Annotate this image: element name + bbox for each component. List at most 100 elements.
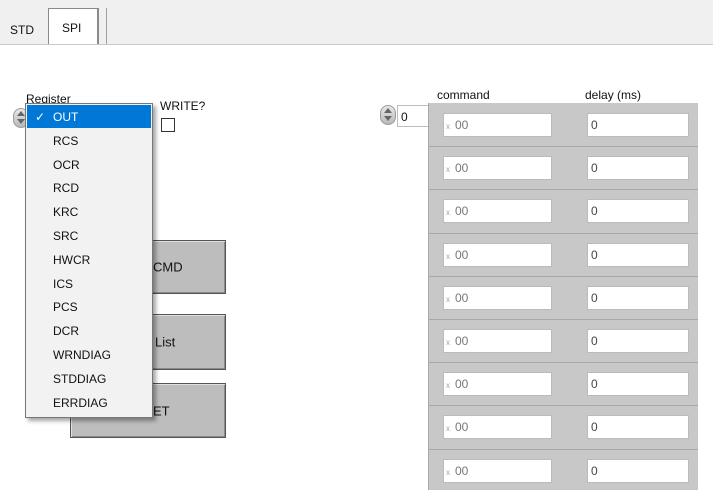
x-mark-icon: x: [446, 122, 450, 131]
command-value: 00: [455, 118, 469, 132]
tab-std[interactable]: STD: [10, 23, 34, 37]
dropdown-item-dcr[interactable]: DCR: [27, 319, 151, 342]
dropdown-item-rcs[interactable]: RCS: [27, 129, 151, 152]
delay-value: 0: [591, 377, 598, 392]
delay-field[interactable]: 0: [587, 242, 689, 267]
delay-value: 0: [591, 290, 598, 305]
delay-spinner-icon[interactable]: [573, 200, 585, 220]
x-mark-icon: x: [446, 467, 450, 477]
command-value: 00: [455, 290, 469, 305]
write-label: WRITE?: [160, 99, 206, 113]
array-index-field[interactable]: 0: [397, 105, 429, 127]
delay-control: 0: [573, 458, 689, 483]
delay-spinner-icon[interactable]: [573, 373, 585, 393]
delay-value: 0: [591, 247, 598, 262]
delay-control: 0: [573, 372, 689, 397]
delay-spinner-icon[interactable]: [573, 330, 585, 350]
delay-control: 0: [573, 329, 689, 353]
dropdown-item-label: STDDIAG: [53, 371, 107, 386]
delay-value: 0: [591, 161, 598, 176]
command-value: 00: [455, 161, 469, 176]
command-field[interactable]: x 00: [443, 199, 552, 224]
et-button-label: ET: [153, 403, 170, 418]
dropdown-item-label: HWCR: [53, 252, 91, 267]
dropdown-item-label: OUT: [53, 110, 79, 124]
dropdown-item-label: RCD: [53, 181, 79, 196]
dropdown-item-out[interactable]: ✓ OUT: [27, 105, 151, 128]
delay-control: 0: [573, 285, 689, 310]
list-button-label: List: [155, 334, 176, 350]
array-index-spinner-icon[interactable]: [380, 105, 396, 125]
command-field[interactable]: x 00: [443, 113, 552, 137]
delay-field[interactable]: 0: [587, 458, 689, 483]
x-mark-icon: x: [446, 251, 450, 261]
dropdown-item-label: ICS: [53, 276, 74, 291]
row-divider: [429, 448, 698, 450]
tab-divider: [106, 8, 107, 44]
command-value: 00: [455, 247, 469, 262]
dropdown-item-src[interactable]: SRC: [27, 224, 151, 247]
delay-spinner-icon[interactable]: [573, 244, 585, 264]
delay-field[interactable]: 0: [587, 415, 689, 440]
dropdown-item-label: RCS: [53, 133, 79, 148]
command-field[interactable]: x 00: [443, 329, 552, 353]
delay-field[interactable]: 0: [587, 372, 689, 397]
dropdown-item-label: SRC: [53, 229, 79, 243]
command-value: 00: [455, 204, 469, 219]
command-value: 00: [455, 377, 469, 392]
checkmark-icon: ✓: [35, 110, 46, 124]
delay-control: 0: [573, 415, 689, 440]
delay-spinner-icon[interactable]: [573, 416, 585, 436]
dropdown-item-label: KRC: [53, 205, 79, 220]
delay-value: 0: [591, 334, 598, 348]
row-divider: [429, 362, 698, 364]
x-mark-icon: x: [446, 338, 450, 347]
dropdown-item-errdiag[interactable]: ERRDIAG: [27, 391, 151, 414]
delay-value: 0: [591, 204, 598, 219]
tab-spi-label: SPI: [62, 21, 82, 35]
dropdown-item-hwcr[interactable]: HWCR: [27, 248, 151, 271]
write-checkbox[interactable]: [161, 118, 175, 132]
cmd-button-label: CMD: [153, 259, 183, 275]
tab-spi[interactable]: SPI: [48, 8, 99, 46]
row-divider: [429, 232, 698, 234]
delay-spinner-icon[interactable]: [573, 114, 585, 134]
delay-field[interactable]: 0: [587, 199, 689, 224]
delay-field[interactable]: 0: [587, 285, 689, 310]
delay-value: 0: [591, 463, 598, 478]
dropdown-item-rcd[interactable]: RCD: [27, 176, 151, 199]
delay-control: 0: [573, 199, 689, 224]
dropdown-item-krc[interactable]: KRC: [27, 200, 151, 223]
register-dropdown-menu: ✓ OUT RCS OCR RCD KRC SRC HWCR ICS PCS DCR WRNDIAG S…: [25, 103, 153, 418]
command-value: 00: [455, 334, 469, 348]
dropdown-item-ocr[interactable]: OCR: [27, 153, 151, 176]
delay-spinner-icon[interactable]: [573, 287, 585, 307]
delay-value: 0: [591, 118, 598, 132]
dropdown-item-stddiag[interactable]: STDDIAG: [27, 367, 151, 390]
dropdown-item-label: PCS: [53, 300, 78, 315]
command-field[interactable]: x 00: [443, 242, 552, 267]
delay-field[interactable]: 0: [587, 156, 689, 181]
command-array: x 00 0 x 00 0 x 00 0 x 00 0 x 00 0 x 00 0 x 00 0 x 00 0 x 00 0: [428, 103, 698, 490]
delay-control: 0: [573, 113, 689, 137]
command-field[interactable]: x 00: [443, 458, 552, 483]
dropdown-item-pcs[interactable]: PCS: [27, 295, 151, 318]
dropdown-item-ics[interactable]: ICS: [27, 272, 151, 295]
dropdown-item-wrndiag[interactable]: WRNDIAG: [27, 343, 151, 366]
delay-control: 0: [573, 242, 689, 267]
x-mark-icon: x: [446, 381, 450, 391]
delay-spinner-icon[interactable]: [573, 460, 585, 480]
command-field[interactable]: x 00: [443, 415, 552, 440]
delay-value: 0: [591, 420, 598, 435]
delay-spinner-icon[interactable]: [573, 157, 585, 177]
row-divider: [429, 189, 698, 191]
delay-field[interactable]: 0: [587, 329, 689, 353]
array-index-value: 0: [401, 110, 408, 124]
command-field[interactable]: x 00: [443, 372, 552, 397]
command-field[interactable]: x 00: [443, 285, 552, 310]
delay-field[interactable]: 0: [587, 113, 689, 137]
command-field[interactable]: x 00: [443, 156, 552, 181]
delay-control: 0: [573, 156, 689, 181]
x-mark-icon: x: [446, 294, 450, 304]
delay-header: delay (ms): [585, 88, 642, 102]
